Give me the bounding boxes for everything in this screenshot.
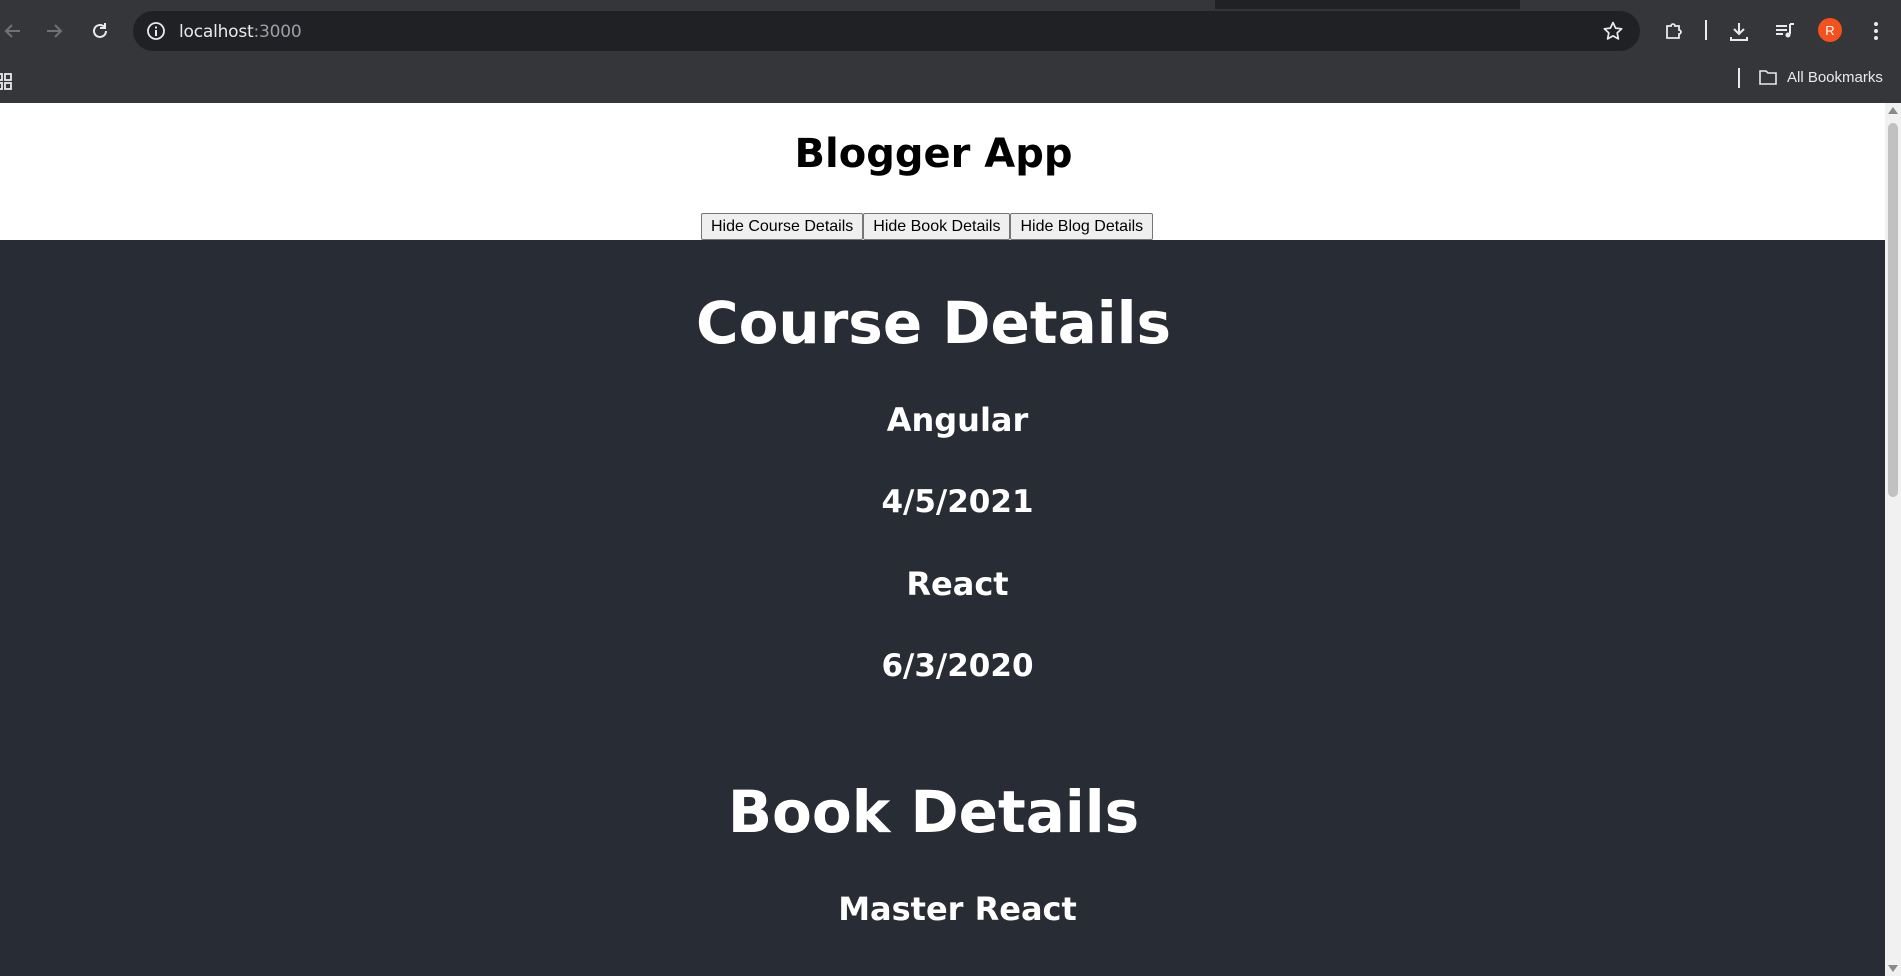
more-button[interactable] [1863,18,1889,44]
tab-edge [0,0,1215,9]
bookmarks-divider [1738,68,1740,88]
back-button[interactable] [0,18,26,44]
folder-icon [1759,70,1777,85]
media-controls-icon [1776,23,1794,38]
download-button[interactable] [1726,18,1752,44]
reload-icon [93,23,107,38]
hide-blog-details-button[interactable]: Hide Blog Details [1010,213,1154,240]
course-date: 6/3/2020 [881,648,1034,684]
all-bookmarks-button[interactable]: All Bookmarks [1758,68,1883,86]
profile-avatar[interactable]: R [1818,18,1842,42]
download-icon [1730,23,1748,41]
browser-toolbar: localhost:3000 R [0,0,1901,61]
url-port: :3000 [253,22,302,42]
scrollbar-thumb[interactable] [1888,123,1898,497]
scroll-up-arrow-icon[interactable] [1888,107,1898,114]
hide-book-details-button[interactable]: Hide Book Details [863,213,1011,240]
media-controls-button[interactable] [1772,18,1798,44]
forward-button[interactable] [41,18,67,44]
all-bookmarks-label: All Bookmarks [1787,68,1883,86]
course-date: 4/5/2021 [881,484,1034,520]
bookmarks-bar: All Bookmarks [0,61,1901,103]
tab-strip [0,0,1901,9]
toggle-button-group: Hide Course Details Hide Book Details Hi… [701,213,1154,240]
course-name: React [906,565,1009,603]
more-icon [1874,22,1878,40]
back-icon [4,24,20,38]
reload-button[interactable] [87,18,113,44]
apps-icon[interactable] [0,71,20,91]
address-bar[interactable]: localhost:3000 [133,11,1640,51]
course-name: Angular [886,401,1029,439]
avatar-initial: R [1825,22,1835,38]
app-header: Blogger App Hide Course Details Hide Boo… [0,103,1885,240]
page-scrollbar[interactable] [1885,103,1901,976]
toolbar-divider [1705,20,1707,40]
book-name: Master React [838,890,1077,928]
url-host: localhost [179,22,254,42]
scroll-down-arrow-icon[interactable] [1888,965,1898,972]
hide-course-details-button[interactable]: Hide Course Details [701,213,864,240]
star-icon[interactable] [1602,20,1624,42]
extensions-button[interactable] [1661,18,1687,44]
extensions-icon [1666,23,1682,39]
info-icon[interactable] [146,21,166,41]
forward-icon [47,24,63,38]
book-details-heading: Book Details [727,778,1140,846]
app-title: Blogger App [794,131,1073,177]
course-details-heading: Course Details [696,289,1171,357]
page-viewport: Blogger App Hide Course Details Hide Boo… [0,103,1885,976]
tab-edge [1520,0,1901,9]
url-text[interactable]: localhost:3000 [179,22,302,42]
